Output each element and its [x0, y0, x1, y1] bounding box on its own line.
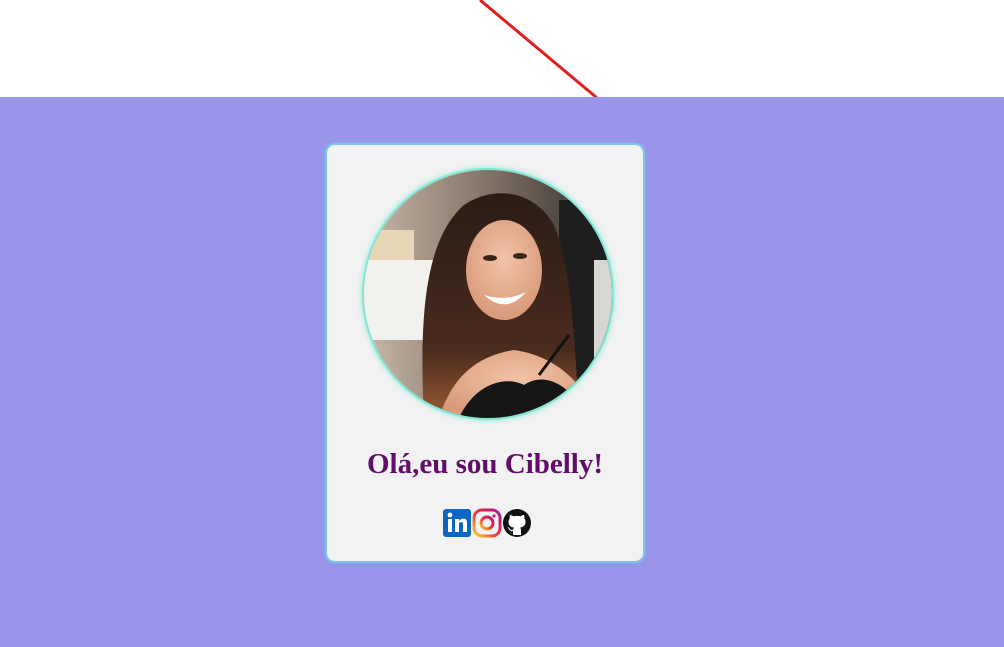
greeting-heading: Olá,eu sou Cibelly! [366, 448, 604, 480]
profile-card: Olá,eu sou Cibelly! [325, 143, 645, 563]
profile-photo [364, 170, 612, 418]
instagram-link[interactable] [472, 508, 502, 538]
github-icon [503, 509, 531, 537]
social-links [442, 508, 532, 540]
github-link[interactable] [502, 508, 532, 538]
instagram-icon [472, 508, 502, 538]
top-blank-area [0, 0, 1004, 97]
linkedin-icon [443, 509, 471, 537]
avatar [362, 168, 614, 420]
linkedin-link[interactable] [442, 508, 472, 538]
